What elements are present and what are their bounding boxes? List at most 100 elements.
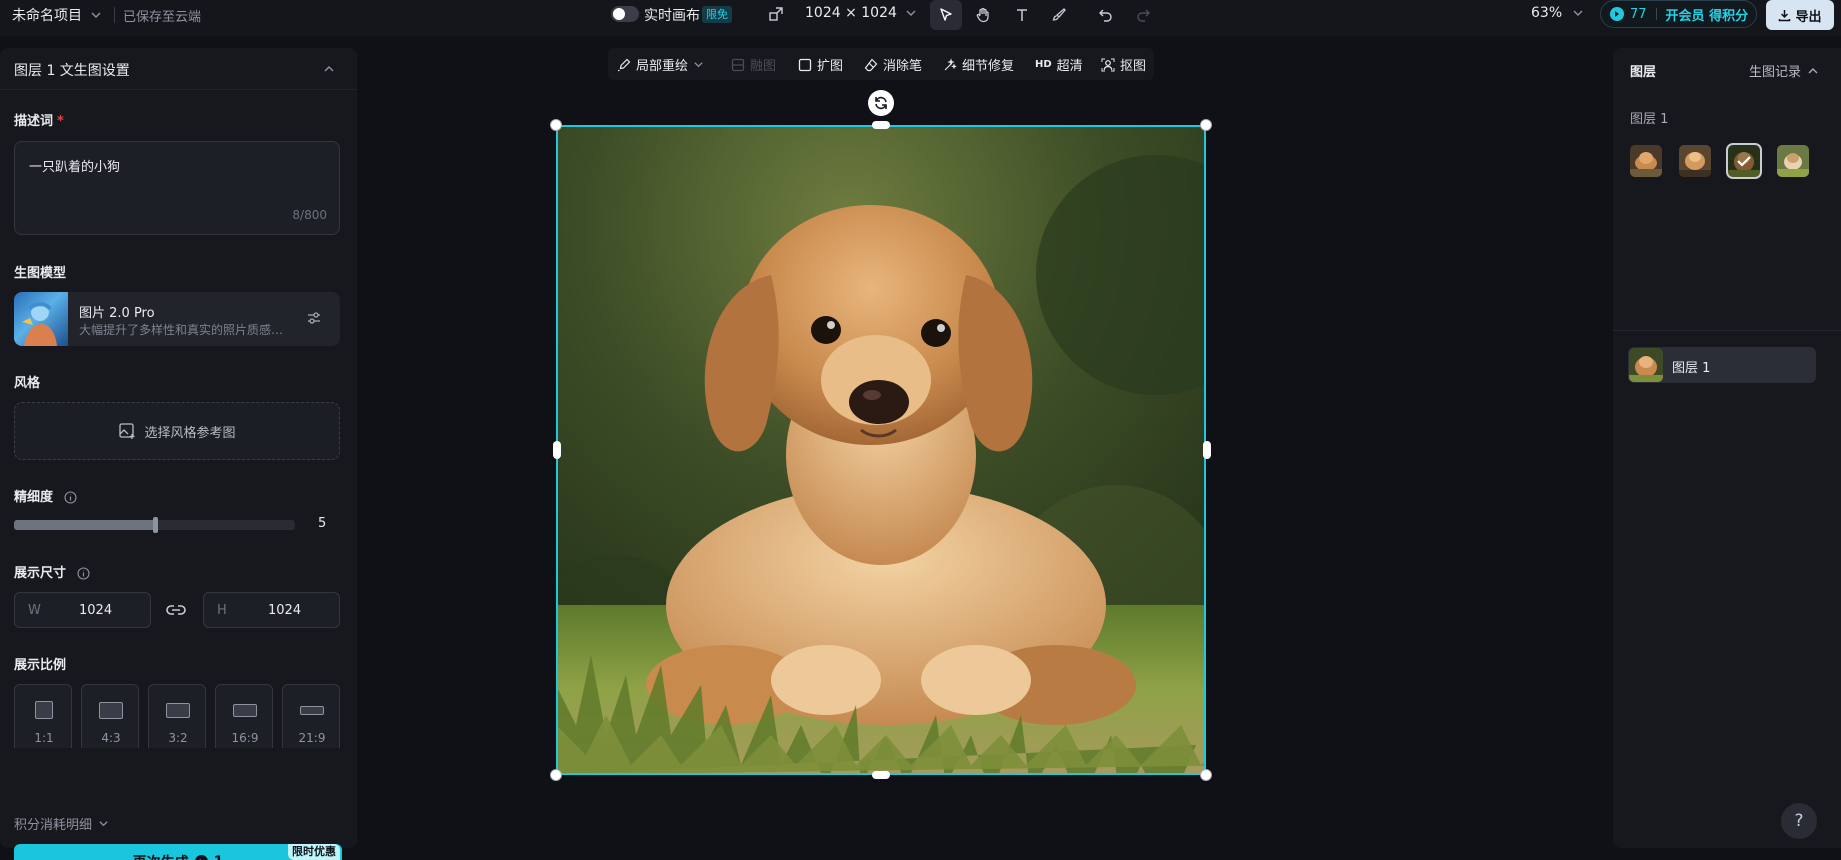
history-label: 生图记录 bbox=[1749, 65, 1802, 80]
detail-fix-button[interactable]: 细节修复 bbox=[943, 55, 1014, 74]
upscale-label: 超清 bbox=[1056, 59, 1083, 74]
panel-header[interactable]: 图层 1 文生图设置 bbox=[0, 48, 357, 90]
height-value: 1024 bbox=[268, 603, 302, 618]
redo-icon bbox=[1137, 9, 1150, 22]
model-description: 大幅提升了多样性和真实的照片质感… bbox=[79, 323, 284, 337]
settings-sliders-icon[interactable] bbox=[306, 310, 322, 326]
resize-handle-left[interactable] bbox=[553, 441, 561, 459]
canvas-size-dropdown[interactable]: 1024 × 1024 bbox=[805, 5, 917, 21]
regenerate-cost: 1 bbox=[214, 854, 224, 860]
expand-icon bbox=[798, 58, 812, 71]
text-tool-button[interactable] bbox=[1006, 0, 1038, 30]
resize-handle-right[interactable] bbox=[1203, 441, 1211, 459]
width-input[interactable]: W 1024 bbox=[14, 592, 151, 628]
info-icon[interactable] bbox=[76, 567, 90, 580]
chevron-up-icon bbox=[1808, 67, 1818, 73]
hand-tool-button[interactable] bbox=[967, 0, 999, 30]
redo-button[interactable] bbox=[1127, 0, 1159, 30]
slider-fill bbox=[14, 520, 155, 530]
export-label: 导出 bbox=[1795, 9, 1822, 25]
model-selector[interactable]: 图片 2.0 Pro 大幅提升了多样性和真实的照片质感… bbox=[14, 292, 340, 346]
divider bbox=[114, 7, 115, 23]
ratio-option-4-3[interactable]: 4:3 bbox=[81, 684, 139, 748]
blend-button[interactable]: 融图 bbox=[731, 55, 776, 74]
model-section-label: 生图模型 bbox=[14, 266, 67, 281]
generation-history-dropdown[interactable]: 生图记录 bbox=[1749, 61, 1819, 80]
height-input[interactable]: H 1024 bbox=[203, 592, 340, 628]
resize-handle-bottom-left[interactable] bbox=[550, 769, 562, 781]
hd-icon: HD bbox=[1035, 59, 1052, 70]
slider-thumb[interactable] bbox=[153, 517, 158, 533]
text-icon bbox=[1017, 9, 1027, 21]
realtime-canvas-toggle[interactable] bbox=[611, 6, 639, 22]
regenerate-button[interactable]: 再次生成 1 限时优惠 bbox=[14, 844, 342, 860]
prompt-text: 一只趴着的小狗 bbox=[29, 160, 121, 175]
regenerate-label: 再次生成 bbox=[133, 852, 189, 860]
upscale-button[interactable]: HD 超清 bbox=[1035, 55, 1083, 74]
chevron-down-icon bbox=[1572, 7, 1584, 19]
prompt-textarea[interactable]: 一只趴着的小狗 8/800 bbox=[14, 141, 340, 235]
eraser-button[interactable]: 消除笔 bbox=[864, 55, 922, 74]
selection-box bbox=[556, 125, 1206, 775]
canvas-size: 1024 × 1024 bbox=[805, 5, 897, 21]
resize-handle-top-left[interactable] bbox=[550, 119, 562, 131]
resize-handle-bottom[interactable] bbox=[872, 771, 890, 779]
ratio-label: 4:3 bbox=[101, 731, 121, 745]
select-style-reference-button[interactable]: 选择风格参考图 bbox=[14, 402, 340, 460]
layer-thumbnail bbox=[1629, 348, 1663, 382]
cost-detail-dropdown[interactable]: 积分消耗明细 bbox=[14, 814, 109, 833]
result-thumbnail-3[interactable] bbox=[1726, 143, 1762, 179]
model-thumbnail bbox=[14, 292, 68, 346]
result-thumbnail-2[interactable] bbox=[1679, 145, 1711, 177]
resize-handle-top[interactable] bbox=[872, 121, 890, 129]
image-add-icon bbox=[119, 423, 135, 439]
chevron-down-icon bbox=[694, 62, 703, 68]
select-tool-button[interactable] bbox=[930, 0, 962, 30]
detail-slider[interactable] bbox=[14, 517, 295, 533]
resize-icon[interactable] bbox=[768, 6, 784, 22]
resize-handle-top-right[interactable] bbox=[1200, 119, 1212, 131]
size-section-label: 展示尺寸 bbox=[14, 562, 90, 581]
chevron-up-icon[interactable] bbox=[322, 62, 336, 76]
project-name-dropdown[interactable]: 未命名项目 bbox=[12, 5, 102, 25]
inpaint-label: 局部重绘 bbox=[636, 59, 689, 74]
brush-tool-button[interactable] bbox=[1043, 0, 1075, 30]
saved-status: 已保存至云端 bbox=[123, 10, 202, 25]
result-thumbnail-4[interactable] bbox=[1777, 145, 1809, 177]
expand-label: 扩图 bbox=[817, 59, 844, 74]
zoom-dropdown[interactable]: 63% bbox=[1531, 5, 1584, 21]
ratio-label: 3:2 bbox=[168, 731, 188, 745]
result-thumbnail-1[interactable] bbox=[1630, 145, 1662, 177]
prompt-label: 描述词 * bbox=[14, 114, 64, 129]
membership-button[interactable]: 77 开会员 得积分 bbox=[1600, 0, 1757, 28]
model-name: 图片 2.0 Pro bbox=[79, 306, 155, 321]
eraser-label: 消除笔 bbox=[883, 59, 923, 74]
panel-title: 图层 1 文生图设置 bbox=[14, 63, 130, 79]
ratio-option-1-1[interactable]: 1:1 bbox=[14, 684, 72, 748]
undo-button[interactable] bbox=[1090, 0, 1122, 30]
layer-row[interactable]: 图层 1 bbox=[1628, 347, 1816, 383]
ratio-16-9-icon bbox=[233, 704, 257, 717]
ratio-option-16-9[interactable]: 16:9 bbox=[215, 684, 273, 748]
help-button[interactable]: ? bbox=[1781, 803, 1817, 839]
rotate-handle[interactable] bbox=[868, 90, 894, 116]
ratio-options: 1:1 4:3 3:2 16:9 21:9 bbox=[14, 684, 340, 748]
blend-label: 融图 bbox=[750, 59, 777, 74]
ratio-1-1-icon bbox=[35, 701, 53, 719]
ratio-option-3-2[interactable]: 3:2 bbox=[148, 684, 206, 748]
detail-value: 5 bbox=[318, 516, 327, 531]
ratio-section-label: 展示比例 bbox=[14, 658, 67, 673]
layer-group-label: 图层 1 bbox=[1630, 112, 1669, 127]
resize-handle-bottom-right[interactable] bbox=[1200, 769, 1212, 781]
style-button-label: 选择风格参考图 bbox=[144, 425, 236, 441]
info-icon[interactable] bbox=[63, 491, 77, 504]
inpaint-button[interactable]: 局部重绘 bbox=[617, 55, 704, 74]
chevron-down-icon bbox=[98, 818, 109, 829]
link-ratio-icon[interactable] bbox=[166, 600, 186, 620]
export-button[interactable]: 导出 bbox=[1766, 0, 1834, 30]
cutout-button[interactable]: 抠图 bbox=[1101, 55, 1146, 74]
cursor-icon bbox=[940, 8, 952, 21]
magic-wand-icon bbox=[944, 57, 957, 70]
ratio-option-21-9[interactable]: 21:9 bbox=[282, 684, 340, 748]
expand-button[interactable]: 扩图 bbox=[798, 55, 843, 74]
